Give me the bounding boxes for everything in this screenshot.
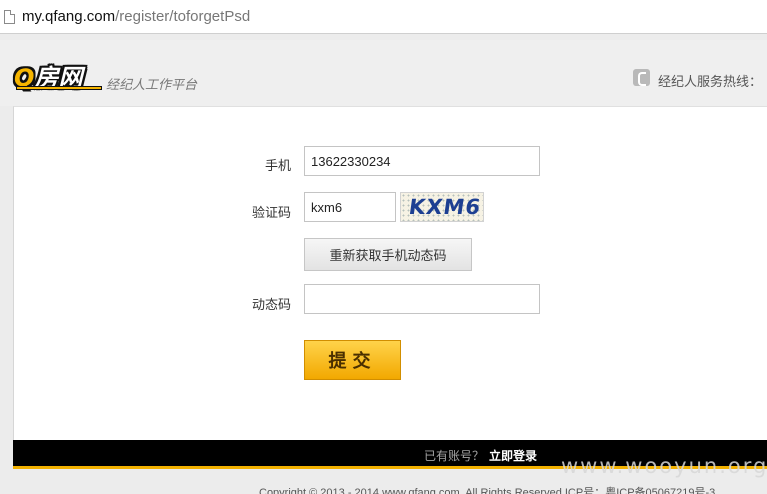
address-bar[interactable]: my.qfang.com/register/toforgetPsd (0, 0, 767, 34)
resend-sms-code-button[interactable]: 重新获取手机动态码 (304, 238, 472, 271)
captcha-image[interactable]: KXM6 (400, 192, 484, 222)
login-link[interactable]: 立即登录 (489, 447, 537, 464)
site-header: Q房网 经纪人工作平台 经纪人服务热线： (0, 40, 767, 106)
platform-label: 经纪人工作平台 (106, 77, 198, 92)
has-account-text: 已有账号？ (424, 449, 485, 463)
url-text[interactable]: my.qfang.com/register/toforgetPsd (22, 8, 250, 25)
captcha-text: KXM6 (407, 195, 483, 219)
logo-underline (16, 86, 102, 90)
captcha-input[interactable] (304, 192, 396, 222)
phone-icon (633, 69, 650, 86)
url-path: /register/toforgetPsd (115, 8, 251, 25)
hotline-label: 经纪人服务热线： (658, 74, 763, 89)
url-host: my.qfang.com (22, 8, 116, 25)
dynamic-code-label: 动态码 (252, 297, 292, 312)
submit-button[interactable]: 提交 (304, 340, 401, 380)
captcha-label: 验证码 (252, 205, 292, 220)
page-icon (4, 10, 15, 24)
dynamic-code-input[interactable] (304, 284, 540, 314)
qfang-logo[interactable]: Q房网 (14, 58, 104, 92)
watermark: www.wooyun.org (561, 454, 767, 478)
phone-input[interactable] (304, 146, 540, 176)
copyright-text: Copyright © 2013 - 2014 www.qfang.com. A… (259, 487, 716, 494)
phone-label: 手机 (265, 158, 292, 173)
